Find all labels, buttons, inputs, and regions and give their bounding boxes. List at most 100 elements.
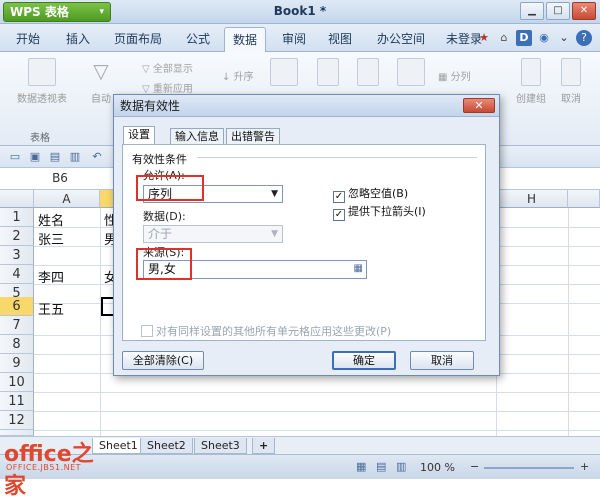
gridline — [34, 392, 600, 393]
checkbox-box — [141, 325, 153, 337]
ungroup-button[interactable]: 取消 — [556, 58, 586, 105]
highlight-button[interactable] — [356, 58, 380, 90]
row-header[interactable]: 2 — [0, 227, 34, 246]
pivot-table-button[interactable]: 数据透视表 — [12, 58, 72, 105]
sheet-tab-3[interactable]: Sheet3 — [194, 438, 247, 454]
settings-panel: 有效性条件 允许(A): 序列 ▼ 数据(D): 介于 ▼ ✓ 忽略空值(B) ✓… — [122, 144, 486, 341]
tab-formula[interactable]: 公式 — [186, 30, 210, 47]
range-picker-icon[interactable]: ▦ — [354, 261, 363, 277]
row-header[interactable]: 4 — [0, 265, 34, 284]
ignore-blank-checkbox[interactable]: ✓ 忽略空值(B) — [333, 185, 408, 203]
chevron-down-icon[interactable]: ⌄ — [556, 30, 572, 46]
row-header[interactable]: 12 — [0, 411, 34, 430]
name-box[interactable]: B6 — [10, 171, 110, 187]
row-header[interactable]: 7 — [0, 316, 34, 335]
gridline — [34, 411, 600, 412]
data-label: 数据(D): — [143, 210, 186, 223]
tab-page-layout[interactable]: 页面布局 — [114, 30, 162, 47]
apply-all-label: 对有同样设置的其他所有单元格应用这些更改(P) — [156, 325, 392, 338]
undo-icon[interactable]: ↶ — [90, 150, 104, 163]
zoom-slider[interactable] — [484, 467, 574, 469]
ok-button[interactable]: 确定 — [332, 351, 396, 370]
d-icon[interactable]: D — [516, 30, 532, 46]
column-header-h[interactable]: H — [496, 190, 568, 208]
filter-icon: ▽ — [93, 59, 109, 83]
split-column-button[interactable]: ▦ 分列 — [438, 68, 471, 83]
normal-view-icon[interactable]: ▦ — [356, 460, 366, 473]
share-icon[interactable]: ◉ — [536, 30, 552, 46]
checkmark-icon: ✓ — [333, 209, 345, 221]
select-all-corner[interactable] — [0, 190, 34, 208]
sort-ascending-button[interactable]: ↓ 升序 — [222, 68, 254, 83]
tab-office-space[interactable]: 办公空间 — [377, 30, 425, 47]
preview-icon[interactable]: ▥ — [68, 150, 82, 163]
pivot-table-label: 数据透视表 — [17, 94, 67, 105]
column-header-a[interactable]: A — [34, 190, 100, 208]
tab-input-message[interactable]: 输入信息 — [170, 128, 224, 145]
sort-asc-label: 升序 — [233, 72, 254, 83]
open-icon[interactable]: ▭ — [8, 150, 22, 163]
cell-a4[interactable]: 李四 — [38, 267, 64, 286]
table-button[interactable] — [396, 58, 426, 90]
row-header-selected[interactable]: 6 — [0, 297, 34, 316]
data-select[interactable]: 介于 ▼ — [143, 225, 283, 243]
filter-list-button[interactable] — [316, 58, 340, 90]
row-header[interactable]: 8 — [0, 335, 34, 354]
close-window-button[interactable]: ✕ — [572, 2, 596, 20]
save-icon[interactable]: ▣ — [28, 150, 42, 163]
ignore-blank-label: 忽略空值(B) — [348, 187, 409, 200]
restore-button[interactable]: □ — [546, 2, 570, 20]
autofilter-button[interactable]: ▽ 自动 — [86, 58, 116, 105]
dropdown-arrow-checkbox[interactable]: ✓ 提供下拉箭头(I) — [333, 203, 426, 221]
row-header[interactable]: 1 — [0, 208, 34, 227]
show-all-button[interactable]: ▽ 全部显示 — [142, 60, 193, 75]
row-header[interactable]: 3 — [0, 246, 34, 265]
allow-highlight — [136, 175, 204, 201]
zoom-out-icon[interactable]: − — [470, 460, 479, 473]
dialog-title: 数据有效性 — [114, 95, 499, 117]
row-header[interactable]: 10 — [0, 373, 34, 392]
tab-settings[interactable]: 设置 — [123, 126, 155, 145]
show-all-label: 全部显示 — [152, 64, 193, 75]
minimize-button[interactable]: ▁ — [520, 2, 544, 20]
watermark-url: OFFICE.JB51.NET — [6, 463, 82, 472]
user-icon[interactable]: ★ — [476, 30, 492, 46]
cell-a6[interactable]: 王五 — [38, 299, 64, 318]
cancel-button[interactable]: 取消 — [410, 351, 474, 370]
tab-insert[interactable]: 插入 — [66, 30, 90, 47]
add-sheet-button[interactable]: + — [252, 438, 276, 454]
create-group-button[interactable]: 创建组 — [508, 58, 554, 105]
tab-home[interactable]: 开始 — [16, 30, 40, 47]
cell-a2[interactable]: 张三 — [38, 229, 64, 248]
sheet-tab-2[interactable]: Sheet2 — [140, 438, 193, 454]
row-header[interactable]: 11 — [0, 392, 34, 411]
row-header[interactable]: 9 — [0, 354, 34, 373]
tab-data[interactable]: 数据 — [224, 27, 267, 53]
data-validation-dialog: 数据有效性 ✕ 设置 输入信息 出错警告 有效性条件 允许(A): 序列 ▼ 数… — [113, 94, 500, 376]
source-highlight — [136, 248, 192, 280]
page-layout-icon[interactable]: ▤ — [376, 460, 386, 473]
cell-a1[interactable]: 姓名 — [38, 210, 64, 229]
tab-error-alert[interactable]: 出错警告 — [226, 128, 280, 145]
dropdown-arrow-label: 提供下拉箭头(I) — [348, 205, 426, 218]
sort-button[interactable] — [270, 58, 298, 90]
pivot-table-icon — [28, 58, 56, 86]
apply-all-checkbox[interactable]: 对有同样设置的其他所有单元格应用这些更改(P) — [141, 323, 391, 339]
clear-all-button[interactable]: 全部清除(C) — [122, 351, 204, 370]
document-title: Book1 * — [273, 4, 327, 18]
tab-view[interactable]: 视图 — [328, 30, 352, 47]
print-icon[interactable]: ▤ — [48, 150, 62, 163]
sort-icon — [270, 58, 298, 86]
divider — [197, 157, 477, 158]
split-label: 分列 — [450, 72, 471, 83]
page-break-icon[interactable]: ▥ — [396, 460, 406, 473]
reapply-button[interactable]: ▽ 重新应用 — [142, 80, 193, 95]
autofilter-label: 自动 — [91, 94, 111, 105]
column-header-i[interactable] — [568, 190, 600, 208]
tab-review[interactable]: 审阅 — [282, 30, 306, 47]
zoom-in-icon[interactable]: + — [580, 460, 589, 473]
help-icon[interactable]: ? — [576, 30, 592, 46]
dialog-close-button[interactable]: ✕ — [463, 98, 495, 113]
watermark-logo: office之家 OFFICE.JB51.NET — [2, 436, 114, 499]
shirt-icon[interactable]: ⌂ — [496, 30, 512, 46]
